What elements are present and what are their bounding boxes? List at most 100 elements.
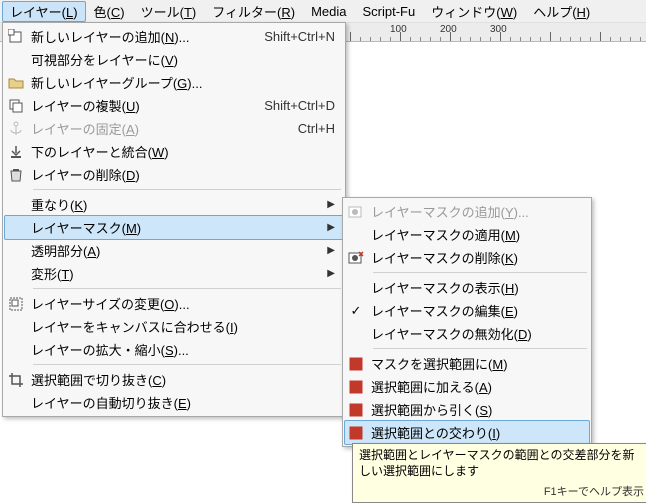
layer-mask-menu-item[interactable]: マスクを選択範囲に(M) [345,352,589,375]
menu-item-label: 新しいレイヤーの追加(N)... [27,27,264,46]
layer-mask-menu-item[interactable]: 選択範囲との交わり(I) [344,420,590,445]
menubar-item[interactable]: フィルター(R) [204,1,303,22]
menubar-item[interactable]: Script-Fu [354,3,423,20]
tooltip: 選択範囲とレイヤーマスクの範囲との交差部分を新しい選択範囲にします F1キーでヘ… [352,443,646,503]
layer-mask-menu-item[interactable]: 選択範囲に加える(A) [345,375,589,398]
layer-menu-item[interactable]: 変形(T)▶ [5,262,343,285]
sel-red-icon [345,422,367,444]
delete-icon [5,164,27,186]
menubar-item[interactable]: ツール(T) [133,1,205,22]
layer-menu-item[interactable]: レイヤーをキャンバスに合わせる(I) [5,315,343,338]
no-icon [5,49,27,71]
menu-item-label: 下のレイヤーと統合(W) [27,142,335,161]
menu-item-label: レイヤーの固定(A) [27,119,298,138]
menu-item-label: レイヤーマスクの編集(E) [367,301,581,320]
menu-separator [33,288,341,289]
menubar-item[interactable]: Media [303,3,354,20]
menu-item-label: レイヤーマスク(M) [27,218,325,237]
menubar-item[interactable]: レイヤー(L) [2,1,86,22]
anchor-icon [5,118,27,140]
menu-separator [373,348,587,349]
duplicate-icon [5,95,27,117]
menu-item-label: 可視部分をレイヤーに(V) [27,50,335,69]
menu-separator [33,364,341,365]
layer-menu-item[interactable]: 選択範囲で切り抜き(C) [5,368,343,391]
ruler-tick: 300 [500,23,501,41]
menu-item-label: 重なり(K) [27,195,325,214]
sel-red-icon [345,376,367,398]
submenu-arrow-icon: ▶ [325,245,335,256]
ruler-tick [600,23,601,41]
layer-menu-item[interactable]: 透明部分(A)▶ [5,239,343,262]
no-icon [5,392,27,414]
merge-down-icon [5,141,27,163]
no-icon [5,240,27,262]
menu-item-label: レイヤーの拡大・縮小(S)... [27,340,335,359]
menubar-item[interactable]: 色(C) [86,1,133,22]
layer-menu-item[interactable]: レイヤーの自動切り抜き(E) [5,391,343,414]
menu-item-label: 選択範囲から引く(S) [367,400,581,419]
ruler-tick [550,23,551,41]
menu-item-label: レイヤーマスクの無効化(D) [367,324,581,343]
layer-menu-item[interactable]: レイヤーの削除(D) [5,163,343,186]
menu-item-label: 変形(T) [27,264,325,283]
menubar-item[interactable]: ウィンドウ(W) [423,1,525,22]
menu-item-label: 透明部分(A) [27,241,325,260]
layer-menu-item[interactable]: 新しいレイヤーグループ(G)... [5,71,343,94]
layer-menu-item[interactable]: 下のレイヤーと統合(W) [5,140,343,163]
layer-menu-dropdown: 新しいレイヤーの追加(N)...Shift+Ctrl+N 可視部分をレイヤーに(V… [2,22,346,417]
layer-mask-menu-item[interactable]: 選択範囲から引く(S) [345,398,589,421]
layer-menu-item[interactable]: 新しいレイヤーの追加(N)...Shift+Ctrl+N [5,25,343,48]
menu-item-label: レイヤーサイズの変更(O)... [27,294,335,313]
menu-item-label: マスクを選択範囲に(M) [367,354,581,373]
no-icon [5,263,27,285]
ruler-tick: 100 [400,23,401,41]
menu-item-label: レイヤーマスクの適用(M) [367,225,581,244]
layer-menu-item[interactable]: レイヤーの複製(U)Shift+Ctrl+D [5,94,343,117]
menu-separator [33,189,341,190]
menu-separator [373,272,587,273]
ruler-tick: 0 [350,23,351,41]
ruler-tick: 200 [450,23,451,41]
accelerator: Ctrl+H [298,121,335,136]
menu-item-label: 選択範囲との交わり(I) [367,423,581,442]
menu-item-label: レイヤーマスクの表示(H) [367,278,581,297]
layer-mask-menu-item[interactable]: レイヤーマスクの削除(K) [345,246,589,269]
layer-mask-submenu: レイヤーマスクの追加(Y)... レイヤーマスクの適用(M) レイヤーマスクの削除(… [342,197,592,447]
menu-item-label: レイヤーの自動切り抜き(E) [27,393,335,412]
layer-menu-item[interactable]: レイヤーマスク(M)▶ [4,215,344,240]
layer-menu-item[interactable]: レイヤーの拡大・縮小(S)... [5,338,343,361]
layer-menu-item[interactable]: 可視部分をレイヤーに(V) [5,48,343,71]
tooltip-text: 選択範囲とレイヤーマスクの範囲との交差部分を新しい選択範囲にします [359,447,644,479]
submenu-arrow-icon: ▶ [325,199,335,210]
resize-icon [5,293,27,315]
layer-mask-menu-item: レイヤーマスクの追加(Y)... [345,200,589,223]
layer-mask-menu-item[interactable]: レイヤーマスクの無効化(D) [345,322,589,345]
submenu-arrow-icon: ▶ [325,222,335,233]
crop-icon [5,369,27,391]
no-icon [5,316,27,338]
layer-menu-item[interactable]: 重なり(K)▶ [5,193,343,216]
no-icon [345,224,367,246]
mask-add-icon [345,201,367,223]
layer-mask-menu-item[interactable]: レイヤーマスクの表示(H) [345,276,589,299]
menu-item-label: 新しいレイヤーグループ(G)... [27,73,335,92]
check-mark: ✓ [345,303,367,319]
sel-red-icon [345,353,367,375]
layer-menu-item[interactable]: レイヤーサイズの変更(O)... [5,292,343,315]
mask-del-icon [345,247,367,269]
menu-item-label: 選択範囲で切り抜き(C) [27,370,335,389]
menu-item-label: レイヤーの複製(U) [27,96,264,115]
layer-menu-item: レイヤーの固定(A)Ctrl+H [5,117,343,140]
layer-mask-menu-item[interactable]: ✓レイヤーマスクの編集(E) [345,299,589,322]
menu-item-label: レイヤーの削除(D) [27,165,335,184]
sel-red-icon [345,399,367,421]
tooltip-help: F1キーでヘルプ表示 [359,485,644,500]
menubar-item[interactable]: ヘルプ(H) [525,1,598,22]
menubar: レイヤー(L)色(C)ツール(T)フィルター(R)MediaScript-Fuウ… [0,0,646,23]
submenu-arrow-icon: ▶ [325,268,335,279]
no-icon [5,194,27,216]
menu-item-label: レイヤーマスクの削除(K) [367,248,581,267]
no-icon [5,339,27,361]
layer-mask-menu-item[interactable]: レイヤーマスクの適用(M) [345,223,589,246]
